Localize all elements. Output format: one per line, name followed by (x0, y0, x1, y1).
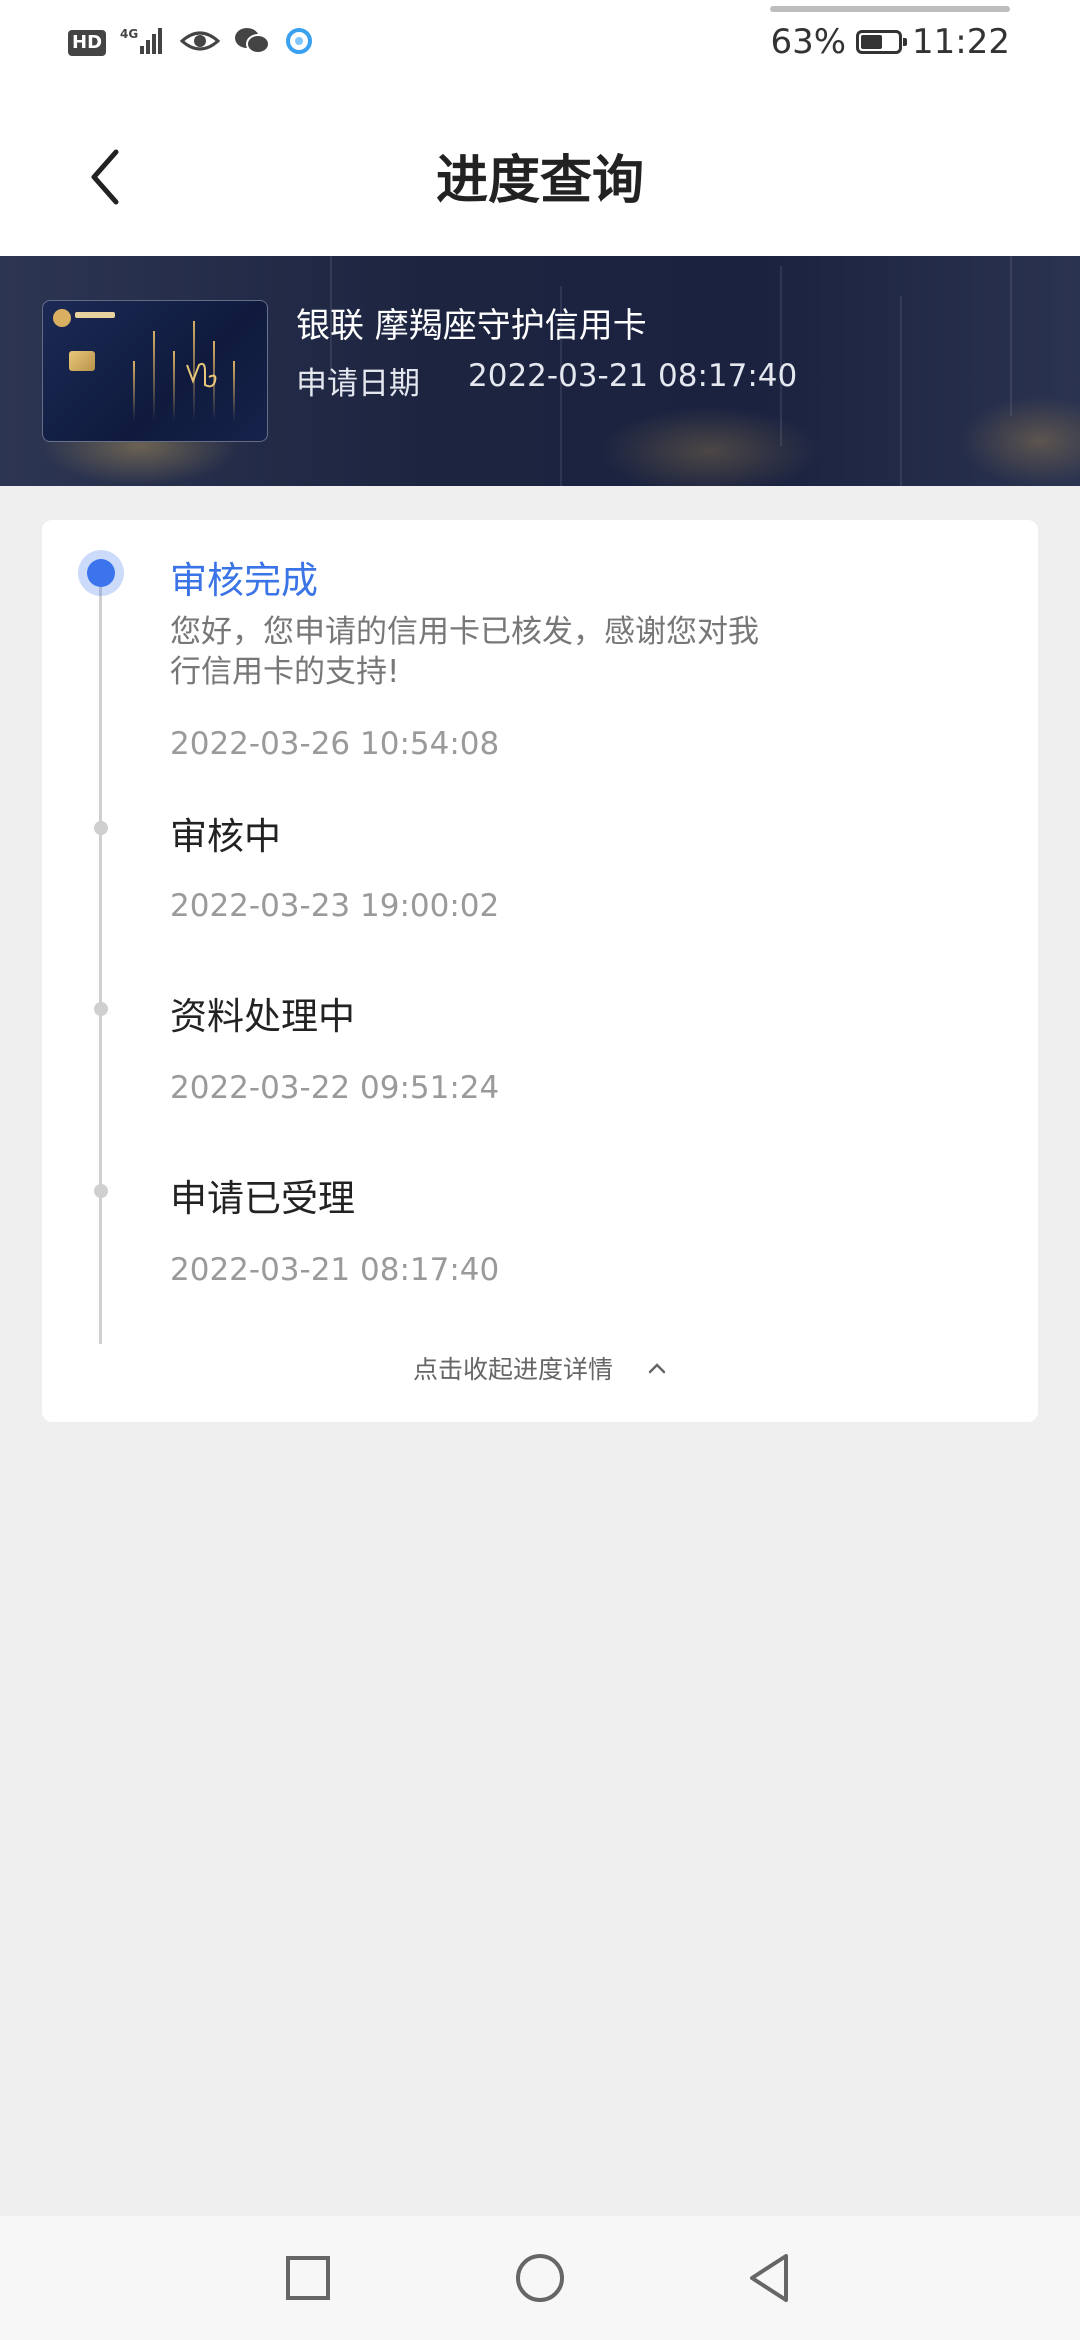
recent-apps-icon (286, 2256, 330, 2300)
chevron-up-icon (648, 1363, 666, 1374)
recent-apps-button[interactable] (280, 2250, 336, 2306)
status-bar: HD 4G 63% 11:22 (0, 0, 1080, 90)
card-name: 银联 摩羯座守护信用卡 (296, 306, 647, 346)
network-type-label: 4G (120, 27, 138, 41)
timeline-dot (94, 821, 108, 835)
step-time: 2022-03-22 09:51:24 (170, 1070, 500, 1106)
timeline-dot (94, 1002, 108, 1016)
hd-icon: HD (68, 30, 107, 56)
status-left-icons: HD 4G (68, 26, 314, 60)
system-nav-bar (0, 2216, 1080, 2340)
page-title: 进度查询 (435, 151, 644, 211)
top-indicator (770, 6, 1010, 12)
step-description: 您好，您申请的信用卡已核发，感谢您对我行信用卡的支持! (170, 614, 759, 690)
signal-icon: 4G (120, 26, 166, 60)
card-banner: 银联 摩羯座守护信用卡 申请日期 2022-03-21 08:17:40 (0, 256, 1080, 486)
progress-card: 审核完成 您好，您申请的信用卡已核发，感谢您对我行信用卡的支持! 2022-03… (42, 520, 1038, 1422)
step-time: 2022-03-26 10:54:08 (170, 726, 500, 762)
back-icon (750, 2254, 788, 2302)
home-icon (516, 2254, 564, 2302)
battery-level (861, 35, 883, 49)
nav-back-button[interactable] (742, 2250, 798, 2306)
app-page: HD 4G 63% 11:22 进度查询 银联 摩羯座守护信用卡 申请日期 20… (0, 0, 1080, 2340)
step-title: 审核完成 (170, 559, 318, 602)
capricorn-symbol-icon (186, 362, 217, 388)
eye-icon (179, 28, 221, 58)
timeline-dot-active (78, 550, 124, 596)
battery-percent: 63% (770, 22, 847, 62)
step-title: 资料处理中 (170, 995, 355, 1038)
step-time: 2022-03-23 19:00:02 (170, 888, 500, 924)
credit-card-image (42, 300, 268, 442)
bank-logo-icon (53, 309, 71, 327)
app-header: 进度查询 (0, 90, 1080, 256)
apply-date-value: 2022-03-21 08:17:40 (468, 358, 798, 394)
step-time: 2022-03-21 08:17:40 (170, 1252, 500, 1288)
step-title: 审核中 (170, 815, 281, 858)
collapse-details-button[interactable]: 点击收起进度详情 (42, 1338, 1038, 1398)
battery-icon (856, 30, 908, 54)
card-chip-icon (69, 351, 95, 371)
home-button[interactable] (512, 2250, 568, 2306)
timeline-line (99, 576, 102, 1344)
card-bank-mark (75, 309, 115, 324)
browser-icon (284, 26, 314, 60)
apply-date-label: 申请日期 (296, 366, 420, 402)
wechat-icon (234, 27, 271, 59)
clock: 11:22 (912, 22, 1010, 62)
step-title: 申请已受理 (170, 1177, 355, 1220)
collapse-label: 点击收起进度详情 (412, 1355, 613, 1384)
timeline-dot (94, 1184, 108, 1198)
status-right: 63% 11:22 (770, 22, 1010, 62)
